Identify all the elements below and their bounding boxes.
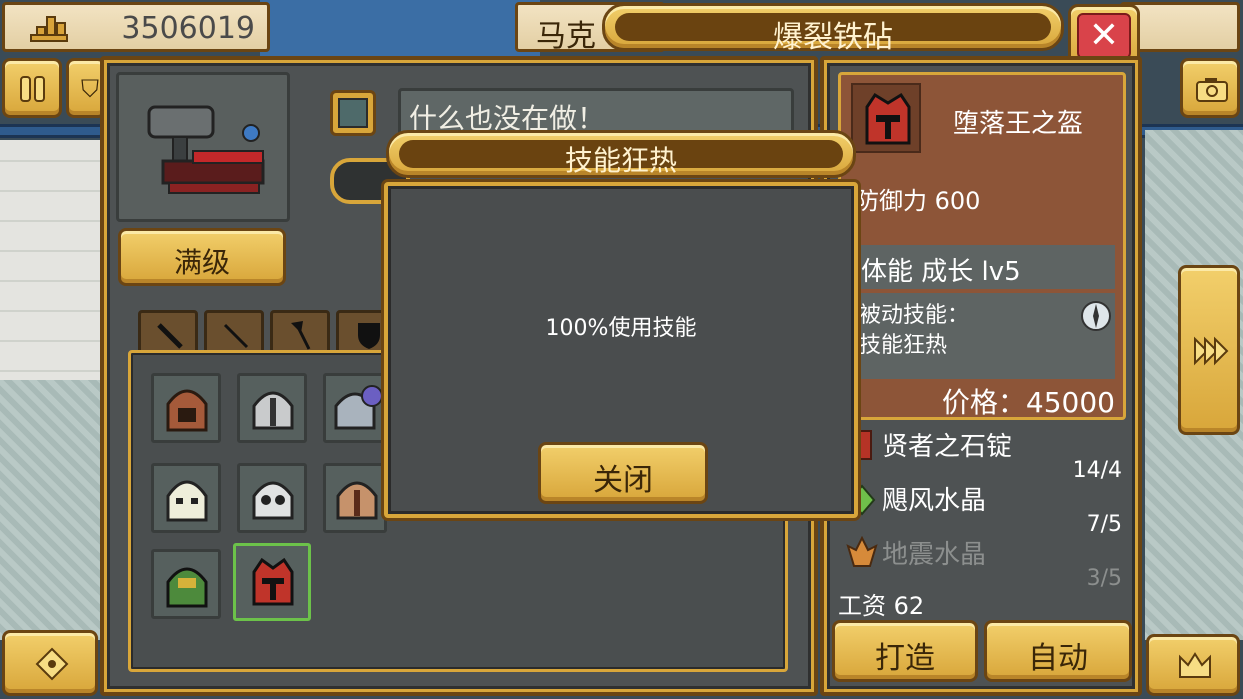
material-row: 地震水晶 3/5 (844, 534, 1134, 591)
window-title: 爆裂铁砧 (773, 20, 893, 55)
helmet-slot-selected[interactable] (233, 543, 311, 621)
fast-forward-icon (1194, 336, 1229, 366)
max-level-button[interactable]: 满级 (118, 228, 286, 286)
axe-icon (291, 321, 311, 350)
anvil-icon (147, 105, 265, 194)
crown-icon (1179, 652, 1211, 678)
gold-stack-icon (30, 16, 68, 42)
leather-hood-icon (166, 389, 208, 432)
passive-skill-box: 被动技能： 技能狂热 (853, 293, 1115, 379)
skull-helm-icon (252, 481, 294, 520)
background-carpet-left (0, 380, 100, 640)
material-name-dim: 地震水晶 (882, 540, 987, 570)
close-icon: ✕ (1088, 15, 1120, 56)
defense-label: 防御力 (855, 187, 927, 215)
crown-button[interactable] (1146, 634, 1240, 696)
defense-value: 600 (934, 187, 981, 215)
fallen-king-helm-icon (252, 557, 294, 606)
modal-dialog: 100%使用技能 关闭 (384, 182, 858, 518)
item-name: 堕落王之盔 (953, 109, 1084, 139)
helmet-slot[interactable] (237, 463, 307, 533)
iron-helm-icon (252, 391, 294, 430)
sword-icon (157, 323, 183, 349)
modal-close-button[interactable]: 关闭 (538, 442, 708, 504)
camera-button[interactable] (1180, 58, 1240, 118)
helmet-slot[interactable] (237, 373, 307, 443)
helmet-slot[interactable] (151, 463, 221, 533)
white-mask-icon (166, 480, 208, 522)
anvil-image (116, 72, 290, 222)
material-row: 贤者之石锭 14/4 (844, 424, 1134, 483)
craft-button[interactable]: 打造 (832, 620, 978, 682)
modal-title: 技能狂热 (564, 144, 677, 177)
staff-icon (223, 323, 249, 349)
modal-title-bar: 技能狂热 (386, 130, 856, 178)
skill-orb-icon (1081, 301, 1111, 331)
dpad-button[interactable] (2, 630, 98, 696)
dpad-icon (35, 647, 69, 681)
modal-body: 100%使用技能 (545, 316, 697, 341)
wage: 工资 62 (838, 592, 925, 620)
gold-amount: 3506019 (121, 11, 255, 46)
material-count-dim: 3/5 (1086, 566, 1122, 591)
item-portrait (851, 83, 921, 153)
price: 价格：45000 (941, 386, 1115, 419)
passive-name: 技能狂热 (859, 333, 948, 358)
auto-checkbox[interactable] (330, 90, 376, 136)
max-level-label: 满级 (173, 246, 230, 279)
material-name: 飓风水晶 (882, 486, 987, 516)
plumed-helm-icon (334, 385, 382, 430)
shield-tab-icon (358, 323, 380, 349)
growth-bar: 体能 成长 lv5 (853, 245, 1115, 289)
pause-button[interactable] (2, 58, 62, 118)
shield-icon: ⛉ (81, 75, 99, 103)
material-row: 飓风水晶 7/5 (844, 480, 1134, 537)
material-name: 贤者之石锭 (882, 432, 1013, 462)
passive-label: 被动技能： (859, 303, 970, 328)
background-water (260, 0, 540, 56)
auto-button[interactable]: 自动 (984, 620, 1132, 682)
craft-label: 打造 (875, 641, 935, 676)
next-button[interactable] (1178, 265, 1240, 435)
green-helm-icon (166, 567, 208, 608)
helmet-slot[interactable] (151, 373, 221, 443)
title-bar: 爆裂铁砧 (602, 3, 1064, 55)
earthquake-crystal-icon (846, 536, 878, 567)
camera-icon (1196, 78, 1228, 102)
helmet-slot[interactable] (151, 549, 221, 619)
pause-icon (20, 76, 45, 102)
npc-name: 马克 (536, 19, 596, 54)
item-card: 堕落王之盔 防御力 600 体能 成长 lv5 被动技能： 技能狂热 价格：45… (838, 72, 1126, 420)
fallen-king-helm-portrait-icon (865, 92, 911, 145)
material-list: 贤者之石锭 14/4 飓风水晶 7/5 地震水晶 3/5 工资 62 (838, 420, 1128, 620)
modal-close-label: 关闭 (593, 463, 653, 498)
growth-text: 体能 成长 lv5 (861, 257, 1021, 287)
helmet-slot[interactable] (323, 463, 387, 533)
bronze-helm-icon (336, 481, 378, 520)
defense-stat: 防御力 600 (855, 181, 980, 216)
gold-counter: 3506019 (2, 2, 270, 52)
helmet-slot[interactable] (323, 373, 387, 443)
auto-label: 自动 (1028, 641, 1088, 676)
